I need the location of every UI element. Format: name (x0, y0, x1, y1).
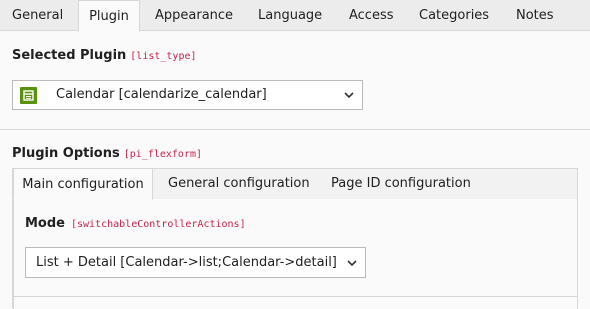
form-tabs: General Plugin Appearance Language Acces… (0, 0, 590, 32)
tab-page-id-configuration[interactable]: Page ID configuration (331, 168, 471, 199)
section-divider (0, 129, 590, 130)
plugin-select[interactable]: Calendar [calendarize_calendar] (12, 80, 363, 110)
selected-plugin-heading: Selected Plugin [list_type] (12, 48, 197, 63)
selected-plugin-field-name: [list_type] (130, 51, 197, 62)
calendar-plugin-icon (20, 87, 37, 104)
chevron-down-icon (346, 257, 358, 269)
mode-select[interactable]: List + Detail [Calendar->list;Calendar->… (25, 247, 366, 278)
mode-heading: Mode [switchableControllerActions] (25, 216, 246, 231)
tab-general[interactable]: General (12, 0, 63, 31)
tab-language[interactable]: Language (258, 0, 322, 31)
plugin-options-field-name: [pi_flexform] (123, 149, 203, 160)
tab-plugin[interactable]: Plugin (78, 0, 140, 32)
tab-main-configuration[interactable]: Main configuration (13, 168, 153, 200)
panel-divider (13, 296, 578, 297)
plugin-options-heading: Plugin Options [pi_flexform] (12, 146, 202, 161)
mode-field-name: [switchableControllerActions] (71, 219, 246, 230)
plugin-select-value: Calendar [calendarize_calendar] (56, 87, 267, 102)
tab-general-configuration[interactable]: General configuration (168, 168, 310, 199)
mode-select-value: List + Detail [Calendar->list;Calendar->… (36, 255, 337, 270)
tab-categories[interactable]: Categories (419, 0, 489, 31)
tab-access[interactable]: Access (349, 0, 394, 31)
mode-label: Mode (25, 216, 65, 231)
plugin-options-label: Plugin Options (12, 146, 120, 161)
chevron-down-icon (343, 89, 355, 101)
tab-appearance[interactable]: Appearance (155, 0, 233, 31)
tab-notes[interactable]: Notes (516, 0, 554, 31)
selected-plugin-label: Selected Plugin (12, 48, 127, 63)
